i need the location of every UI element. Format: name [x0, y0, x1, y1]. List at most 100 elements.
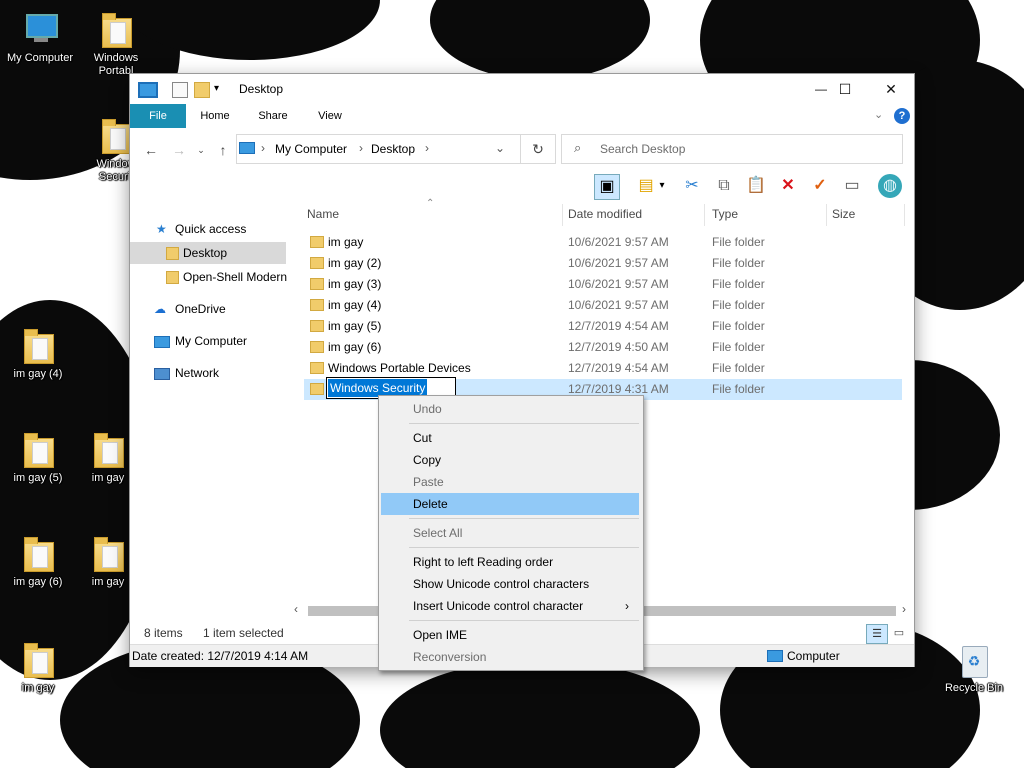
menu-item-undo[interactable]: Undo: [381, 398, 639, 420]
large-icons-view-icon[interactable]: ▭: [890, 624, 908, 642]
nav-label: Quick access: [175, 222, 247, 236]
scroll-left-icon[interactable]: ‹: [294, 602, 298, 616]
table-row[interactable]: im gay 10/6/2021 9:57 AM File folder: [304, 232, 902, 253]
file-type: File folder: [712, 235, 765, 249]
menu-item-paste[interactable]: Paste: [381, 471, 639, 493]
menu-item-show-unicode[interactable]: Show Unicode control characters: [381, 573, 639, 595]
desktop-icon-my-computer[interactable]: My Computer: [2, 10, 78, 65]
search-box[interactable]: ⌕ Search Desktop: [561, 134, 903, 164]
preview-pane-icon[interactable]: ▣: [594, 174, 620, 200]
menu-item-cut[interactable]: Cut: [381, 427, 639, 449]
up-button[interactable]: ↑: [214, 141, 232, 159]
cloud-icon: ☁: [154, 302, 166, 316]
column-name[interactable]: Name: [307, 207, 339, 221]
menu-item-label: Delete: [413, 497, 448, 511]
menu-item-select-all[interactable]: Select All: [381, 522, 639, 544]
column-size[interactable]: Size: [832, 207, 855, 221]
recent-locations-icon[interactable]: ⌄: [192, 141, 210, 159]
menu-item-label: Reconversion: [413, 650, 487, 664]
table-row[interactable]: Windows Portable Devices 12/7/2019 4:54 …: [304, 358, 902, 379]
desktop-icon-im-gay-c[interactable]: im gay: [0, 640, 76, 695]
folder-icon: [310, 257, 324, 269]
search-input[interactable]: Search Desktop: [600, 142, 685, 156]
expand-ribbon-icon[interactable]: ⌄: [874, 108, 883, 121]
window-icon: [138, 82, 158, 98]
back-button[interactable]: ←: [142, 141, 160, 159]
nav-desktop[interactable]: Desktop: [130, 242, 286, 264]
file-date: 10/6/2021 9:57 AM: [568, 235, 669, 249]
file-type: File folder: [712, 361, 765, 375]
column-date-modified[interactable]: Date modified: [568, 207, 642, 221]
views-icon[interactable]: ▤: [634, 174, 658, 198]
help-icon[interactable]: ?: [894, 108, 910, 124]
desktop-icon-im-gay-5[interactable]: im gay (5): [0, 430, 76, 485]
tab-share[interactable]: Share: [248, 104, 298, 128]
chevron-right-icon: ›: [625, 599, 629, 613]
file-name: Windows Portable Devices: [328, 361, 471, 375]
folder-icon: [88, 534, 128, 574]
tab-home[interactable]: Home: [192, 104, 238, 128]
breadcrumb-desktop[interactable]: Desktop: [371, 142, 415, 156]
file-date: 10/6/2021 9:57 AM: [568, 298, 669, 312]
star-icon: ★: [156, 222, 167, 236]
globe-icon[interactable]: ◍: [878, 174, 902, 198]
tab-view[interactable]: View: [306, 104, 354, 128]
table-row[interactable]: im gay (3) 10/6/2021 9:57 AM File folder: [304, 274, 902, 295]
views-dropdown-icon[interactable]: ▾: [656, 174, 668, 198]
maximize-button[interactable]: ☐: [822, 74, 868, 104]
computer-icon: [767, 650, 783, 662]
close-button[interactable]: ✕: [868, 74, 914, 104]
menu-item-insert-unicode[interactable]: Insert Unicode control character ›: [381, 595, 639, 617]
file-date: 12/7/2019 4:54 AM: [568, 361, 669, 375]
nav-label: Desktop: [183, 246, 228, 260]
table-row[interactable]: im gay (6) 12/7/2019 4:50 AM File folder: [304, 337, 902, 358]
paste-icon[interactable]: 📋: [744, 174, 768, 198]
address-dropdown-icon[interactable]: ⌄: [495, 141, 505, 155]
new-folder-icon[interactable]: [194, 82, 210, 98]
title-bar[interactable]: ▾ Desktop — ☐ ✕: [130, 74, 914, 104]
file-date: 12/7/2019 4:54 AM: [568, 319, 669, 333]
nav-open-shell[interactable]: Open-Shell Modern: [130, 266, 290, 288]
breadcrumb-my-computer[interactable]: My Computer: [275, 142, 347, 156]
menu-item-label: Copy: [413, 453, 442, 467]
properties-icon[interactable]: [172, 82, 188, 98]
desktop-icon-im-gay-4[interactable]: im gay (4): [0, 326, 76, 381]
nav-onedrive[interactable]: ☁ OneDrive: [130, 298, 290, 320]
menu-separator: [409, 518, 639, 519]
menu-separator: [409, 547, 639, 548]
table-row[interactable]: im gay (4) 10/6/2021 9:57 AM File folder: [304, 295, 902, 316]
search-icon: ⌕: [574, 140, 582, 155]
navigation-pane: ★ Quick access Desktop Open-Shell Modern…: [130, 200, 290, 610]
menu-item-copy[interactable]: Copy: [381, 449, 639, 471]
table-row[interactable]: im gay (2) 10/6/2021 9:57 AM File folder: [304, 253, 902, 274]
tab-file[interactable]: File: [130, 104, 186, 128]
menu-item-reconversion[interactable]: Reconversion: [381, 646, 639, 668]
delete-icon[interactable]: ✕: [776, 174, 800, 198]
menu-item-label: Cut: [413, 431, 432, 445]
column-type[interactable]: Type: [712, 207, 738, 221]
address-bar[interactable]: › My Computer › Desktop › ⌄: [236, 134, 556, 164]
details-view-icon[interactable]: ☰: [866, 624, 888, 644]
menu-item-open-ime[interactable]: Open IME: [381, 624, 639, 646]
nav-my-computer[interactable]: My Computer: [130, 330, 290, 352]
nav-quick-access[interactable]: ★ Quick access: [130, 218, 290, 240]
desktop-icon-recycle-bin[interactable]: ♻ Recycle Bin: [936, 640, 1012, 695]
menu-item-delete[interactable]: Delete: [381, 493, 639, 515]
table-row[interactable]: im gay (5) 12/7/2019 4:54 AM File folder: [304, 316, 902, 337]
forward-button[interactable]: →: [170, 141, 188, 159]
desktop-icon-im-gay-6[interactable]: im gay (6): [0, 534, 76, 589]
cut-icon[interactable]: ✂: [680, 174, 704, 198]
sort-up-icon: ⌃: [426, 198, 435, 209]
properties-check-icon[interactable]: ✓: [808, 174, 832, 198]
file-date: 10/6/2021 9:57 AM: [568, 277, 669, 291]
nav-network[interactable]: Network: [130, 362, 290, 384]
refresh-button[interactable]: ↻: [520, 134, 556, 164]
menu-item-label: Paste: [413, 475, 444, 489]
customize-qat-icon[interactable]: ▾: [214, 82, 228, 96]
menu-item-rtl-reading[interactable]: Right to left Reading order: [381, 551, 639, 573]
chevron-right-icon: ›: [359, 141, 363, 155]
desktop-icon-windows-portable[interactable]: Windows Portabl: [78, 10, 154, 78]
copy-icon[interactable]: ⧉: [712, 174, 736, 198]
rename-icon[interactable]: ▭: [840, 174, 864, 198]
scroll-right-icon[interactable]: ›: [902, 602, 906, 616]
